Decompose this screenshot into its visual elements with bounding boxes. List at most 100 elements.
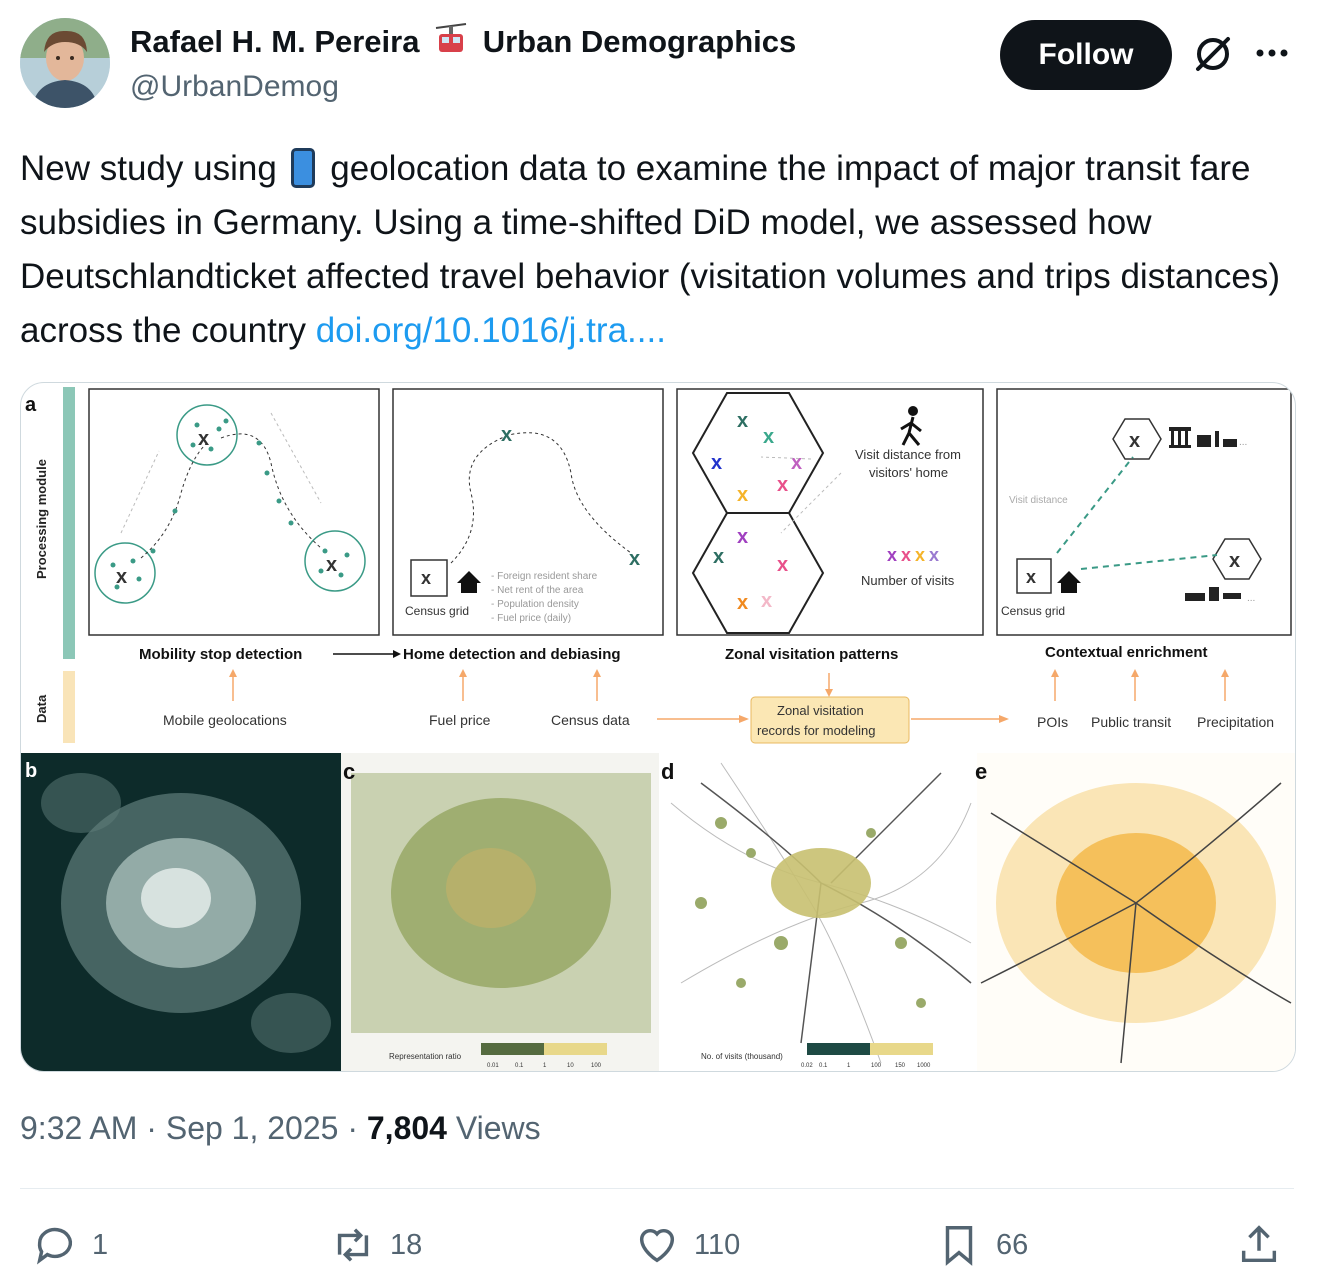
zonal-records-line2: records for modeling [757,723,876,738]
svg-text:x: x [737,592,748,614]
data-mobile-geolocations: Mobile geolocations [163,712,287,728]
legend-c-tick-5: 100 [591,1063,602,1069]
bookmark-icon [945,1226,973,1266]
svg-text:x: x [1229,550,1240,572]
legend-c-tick-2: 0.1 [515,1063,524,1069]
map-panel-b: b [21,753,341,1071]
panel-c-label: c [343,759,355,784]
home-feature-1: - Foreign resident share [491,571,598,582]
step-home-detection: Home detection and debiasing [403,646,621,663]
svg-text:x: x [777,554,788,576]
svg-text:x: x [421,568,431,588]
svg-text:x: x [1129,430,1140,452]
svg-text:x: x [887,545,897,565]
divider [20,1188,1294,1189]
author-name-text: Rafael H. M. Pereira [130,24,420,59]
map-panel-c: c Representation ratio 0.01 0.1 1 10 100 [341,753,659,1071]
share-icon [1241,1225,1277,1263]
svg-text:x: x [929,545,939,565]
data-pois: POIs [1037,714,1068,730]
svg-text:x: x [711,452,722,474]
visit-distance-line2: visitors' home [869,465,948,480]
figure-image[interactable]: a Processing module Data x x x x x x Cen… [20,382,1296,1072]
zonal-records-line1: Zonal visitation [777,703,864,718]
processing-row-label: Processing module [34,459,49,579]
svg-text:x: x [737,410,748,432]
doi-link[interactable]: doi.org/10.1016/j.tra.... [316,311,666,350]
reply-button[interactable]: 1 [32,1218,108,1272]
svg-text:x: x [713,546,724,568]
box-zonal-visitation [676,388,984,636]
like-button[interactable]: 110 [634,1218,740,1272]
tweet-text-part1: New study using [20,149,277,188]
meta-separator-2: · [347,1110,358,1146]
grok-icon[interactable] [1192,33,1234,75]
map-panel-d: d No. of visits (thousand) 0.02 0.1 1 10… [659,753,977,1071]
census-grid-label: Census grid [405,604,469,618]
legend-c-title: Representation ratio [389,1052,462,1061]
svg-text:...: ... [1239,437,1247,448]
bookmark-button[interactable]: 66 [936,1218,1028,1272]
data-public-transit: Public transit [1091,714,1171,730]
data-fuel-price: Fuel price [429,712,491,728]
legend-d-tick-5: 150 [895,1063,906,1069]
author-handle[interactable]: @UrbanDemog [130,70,339,104]
number-of-visits-label: Number of visits [861,573,955,588]
panel-d-label: d [661,759,674,784]
panel-b-label: b [25,760,37,782]
author-name-text-2: Urban Demographics [482,24,797,59]
svg-text:x: x [761,590,772,612]
map-panel-e: e [975,753,1295,1071]
views-label: Views [455,1110,541,1146]
repost-button[interactable]: 18 [330,1218,422,1272]
more-icon[interactable] [1254,38,1290,68]
home-feature-2: - Net rent of the area [491,585,584,596]
svg-text:x: x [777,474,788,496]
svg-text:x: x [326,554,337,576]
legend-d-tick-2: 0.1 [819,1063,828,1069]
svg-text:x: x [198,428,209,450]
data-row-label: Data [34,694,49,723]
avatar[interactable] [20,18,110,108]
author-display-name[interactable]: Rafael H. M. Pereira Urban Demographics [130,22,796,64]
legend-d-tick-4: 100 [871,1063,882,1069]
svg-text:x: x [737,526,748,548]
legend-c-tick-4: 10 [567,1063,574,1069]
share-button[interactable] [1236,1218,1296,1272]
tweet-text: New study using geolocation data to exam… [20,142,1290,358]
tweet-meta: 9:32 AM · Sep 1, 2025 · 7,804 Views [20,1110,541,1147]
processing-row-bar [63,387,75,659]
svg-text:...: ... [1247,593,1255,604]
visit-distance-line1: Visit distance from [855,447,961,462]
census-grid-label-2: Census grid [1001,604,1065,618]
reply-icon [36,1227,73,1265]
meta-separator: · [146,1110,157,1146]
legend-d-tick-1: 0.02 [801,1063,813,1069]
data-row-bar [63,671,75,743]
svg-text:x: x [737,484,748,506]
legend-d-tick-6: 1000 [917,1063,931,1069]
data-census: Census data [551,712,630,728]
reply-count: 1 [92,1228,109,1261]
home-feature-4: - Fuel price (daily) [491,613,571,624]
tweet-time[interactable]: 9:32 AM [20,1110,137,1146]
tweet-date[interactable]: Sep 1, 2025 [166,1110,339,1146]
aerial-tramway-emoji-icon [434,22,468,64]
home-feature-3: - Population density [491,599,579,610]
heart-icon [639,1228,675,1263]
svg-text:x: x [901,545,911,565]
svg-text:x: x [791,452,802,474]
svg-text:x: x [1026,567,1036,587]
box-stop-detection [88,388,380,636]
panel-a-label: a [25,394,37,416]
visit-distance-label: Visit distance [1009,495,1068,506]
mobile-phone-emoji-icon [290,148,315,188]
step-contextual-enrichment: Contextual enrichment [1045,644,1208,661]
legend-d-title: No. of visits (thousand) [701,1052,783,1061]
views-count: 7,804 [366,1110,447,1146]
data-precipitation: Precipitation [1197,714,1274,730]
panel-e-label: e [975,759,987,784]
legend-c-tick-1: 0.01 [487,1063,499,1069]
follow-button[interactable]: Follow [1000,20,1172,90]
like-count: 110 [694,1228,741,1261]
